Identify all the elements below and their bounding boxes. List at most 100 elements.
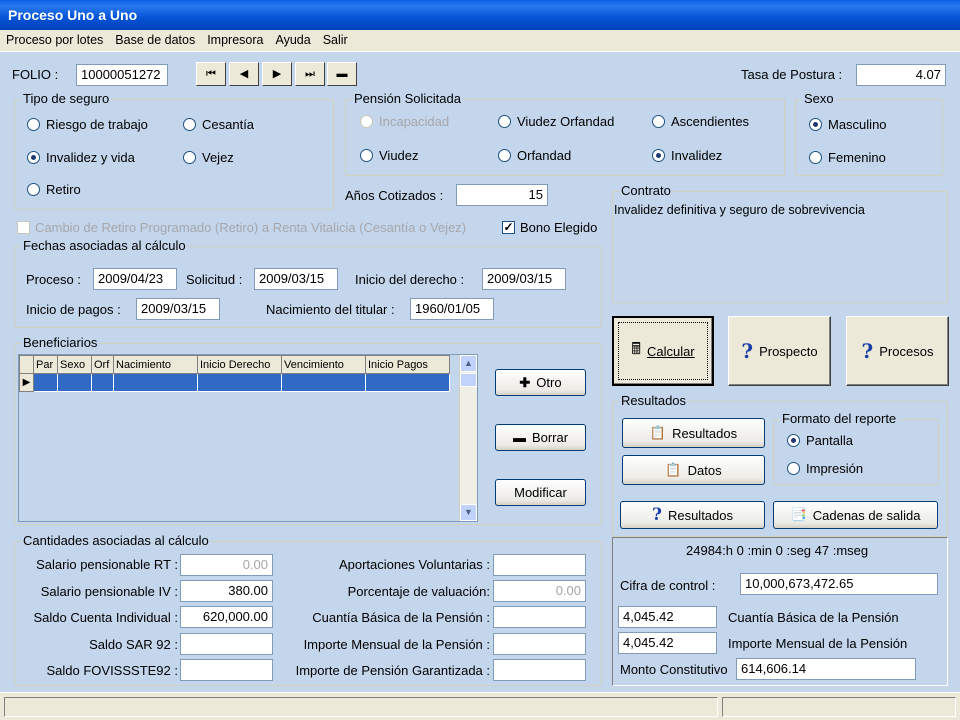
prospecto-button[interactable]: ? Prospecto (728, 316, 831, 386)
porcentaje-input[interactable]: 0.00 (493, 580, 586, 602)
salario-iv-input[interactable]: 380.00 (180, 580, 273, 602)
otro-button[interactable]: ✚ Otro (495, 369, 586, 396)
solicitud-date-input[interactable]: 2009/03/15 (254, 268, 338, 290)
col-header-vencimiento[interactable]: Vencimiento (281, 355, 366, 374)
tasa-label: Tasa de Postura : (741, 67, 843, 82)
last-icon: ⏭ (305, 68, 315, 80)
menu-item-proceso-lotes[interactable]: Proceso por lotes (0, 30, 109, 50)
proceso-date-input[interactable]: 2009/04/23 (93, 268, 177, 290)
aportaciones-input[interactable] (493, 554, 586, 576)
first-record-button[interactable]: ⏮ (196, 62, 226, 86)
resultados-label: Resultados (672, 425, 738, 441)
radio-masculino[interactable]: Masculino (809, 117, 887, 133)
grid-cell[interactable] (281, 373, 366, 392)
scroll-up-icon[interactable]: ▲ (460, 355, 477, 372)
salario-rt-label: Salario pensionable RT : (36, 557, 178, 572)
radio-viudez-orfandad[interactable]: Viudez Orfandad (498, 114, 614, 130)
cuantia-basica-input[interactable] (493, 606, 586, 628)
cuantia-value-field[interactable]: 4,045.42 (618, 606, 717, 628)
prev-record-button[interactable]: ◀ (229, 62, 259, 86)
borrar-label: Borrar (531, 430, 569, 445)
grid-cell[interactable] (33, 373, 58, 392)
menu-item-base-datos[interactable]: Base de datos (109, 30, 201, 50)
folio-input[interactable]: 10000051272 (76, 64, 168, 86)
scroll-down-icon[interactable]: ▼ (460, 504, 477, 521)
radio-incapacidad[interactable]: Incapacidad (360, 114, 449, 130)
beneficiarios-grid[interactable]: Par Sexo Orf Nacimiento Inicio Derecho V… (18, 354, 478, 522)
tipo-seguro-title: Tipo de seguro (21, 91, 112, 107)
table-row[interactable]: ▶ (19, 373, 450, 392)
saldo-cuenta-input[interactable]: 620,000.00 (180, 606, 273, 628)
inicio-derecho-date-input[interactable]: 2009/03/15 (482, 268, 566, 290)
scroll-thumb[interactable] (460, 373, 477, 387)
menu-item-salir[interactable]: Salir (317, 30, 354, 50)
radio-cesantia[interactable]: Cesantía (183, 117, 254, 133)
radio-icon (652, 115, 665, 128)
col-header-orf[interactable]: Orf (91, 355, 114, 374)
radio-femenino[interactable]: Femenino (809, 150, 886, 166)
monto-constitutivo-field[interactable]: 614,606.14 (736, 658, 916, 680)
col-header-sexo[interactable]: Sexo (57, 355, 92, 374)
minus-icon: ▬ (512, 430, 526, 445)
radio-icon (27, 118, 40, 131)
radio-vejez[interactable]: Vejez (183, 150, 234, 166)
salario-rt-input[interactable]: 0.00 (180, 554, 273, 576)
radio-pantalla[interactable]: Pantalla (787, 433, 853, 449)
radio-icon (360, 149, 373, 162)
datos-button[interactable]: 📋 Datos (622, 455, 765, 485)
tiempo-text: 24984:h 0 :min 0 :seg 47 :mseg (686, 543, 869, 558)
cifra-control-field[interactable]: 10,000,673,472.65 (740, 573, 938, 595)
radio-invalidez[interactable]: Invalidez (652, 148, 722, 164)
nacimiento-date-input[interactable]: 1960/01/05 (410, 298, 494, 320)
importe-mensual-input[interactable] (493, 633, 586, 655)
radio-riesgo-trabajo[interactable]: Riesgo de trabajo (27, 117, 148, 133)
tasa-input[interactable]: 4.07 (856, 64, 946, 86)
radio-impresion[interactable]: Impresión (787, 461, 863, 477)
grid-cell[interactable] (365, 373, 450, 392)
radio-icon (787, 462, 800, 475)
radio-label: Invalidez y vida (46, 150, 135, 165)
resultados-report-button[interactable]: 📋 Resultados (622, 418, 765, 448)
importe-garantizada-input[interactable] (493, 659, 586, 681)
radio-invalidez-vida[interactable]: Invalidez y vida (27, 150, 135, 166)
col-header-par[interactable]: Par (33, 355, 58, 374)
saldo-fovissste-input[interactable] (180, 659, 273, 681)
cadenas-salida-button[interactable]: 📑 Cadenas de salida (773, 501, 938, 529)
modificar-button[interactable]: Modificar (495, 479, 586, 506)
anios-input[interactable]: 15 (456, 184, 548, 206)
resultados-help-button[interactable]: ? Resultados (620, 501, 765, 529)
saldo-sar-input[interactable] (180, 633, 273, 655)
borrar-button[interactable]: ▬ Borrar (495, 424, 586, 451)
radio-ascendientes[interactable]: Ascendientes (652, 114, 749, 130)
col-header-inicio-pagos[interactable]: Inicio Pagos (365, 355, 450, 374)
col-header-inicio-derecho[interactable]: Inicio Derecho (197, 355, 282, 374)
grid-cell[interactable] (113, 373, 198, 392)
menu-item-impresora[interactable]: Impresora (201, 30, 269, 50)
grid-vertical-scrollbar[interactable]: ▲ ▼ (459, 355, 477, 521)
beneficiarios-title: Beneficiarios (21, 335, 100, 351)
contrato-title: Contrato (619, 183, 673, 199)
grid-cell[interactable] (91, 373, 114, 392)
bono-elegido-checkbox[interactable]: ✓ Bono Elegido (502, 220, 597, 236)
aportaciones-label: Aportaciones Voluntarias : (338, 557, 490, 572)
procesos-button[interactable]: ? Procesos (846, 316, 949, 386)
cambio-retiro-checkbox[interactable]: Cambio de Retiro Programado (Retiro) a R… (17, 220, 466, 236)
checkbox-label: Cambio de Retiro Programado (Retiro) a R… (35, 220, 467, 235)
importe-value-field[interactable]: 4,045.42 (618, 632, 717, 654)
inicio-pagos-date-input[interactable]: 2009/03/15 (136, 298, 220, 320)
grid-cell[interactable] (197, 373, 282, 392)
col-header-nacimiento[interactable]: Nacimiento (113, 355, 198, 374)
radio-orfandad[interactable]: Orfandad (498, 148, 571, 164)
status-panel-secondary (722, 697, 956, 717)
plus-icon: ✚ (519, 374, 531, 390)
radio-viudez[interactable]: Viudez (360, 148, 419, 164)
menu-item-ayuda[interactable]: Ayuda (269, 30, 316, 50)
grid-cell[interactable] (57, 373, 92, 392)
importe-mensual-label: Importe Mensual de la Pensión : (303, 637, 490, 652)
delete-record-button[interactable]: ▬ (327, 62, 357, 86)
calcular-button[interactable]: 🖩 Calcular (612, 316, 714, 386)
radio-icon (498, 149, 511, 162)
last-record-button[interactable]: ⏭ (295, 62, 325, 86)
next-record-button[interactable]: ▶ (262, 62, 292, 86)
radio-retiro[interactable]: Retiro (27, 182, 81, 198)
